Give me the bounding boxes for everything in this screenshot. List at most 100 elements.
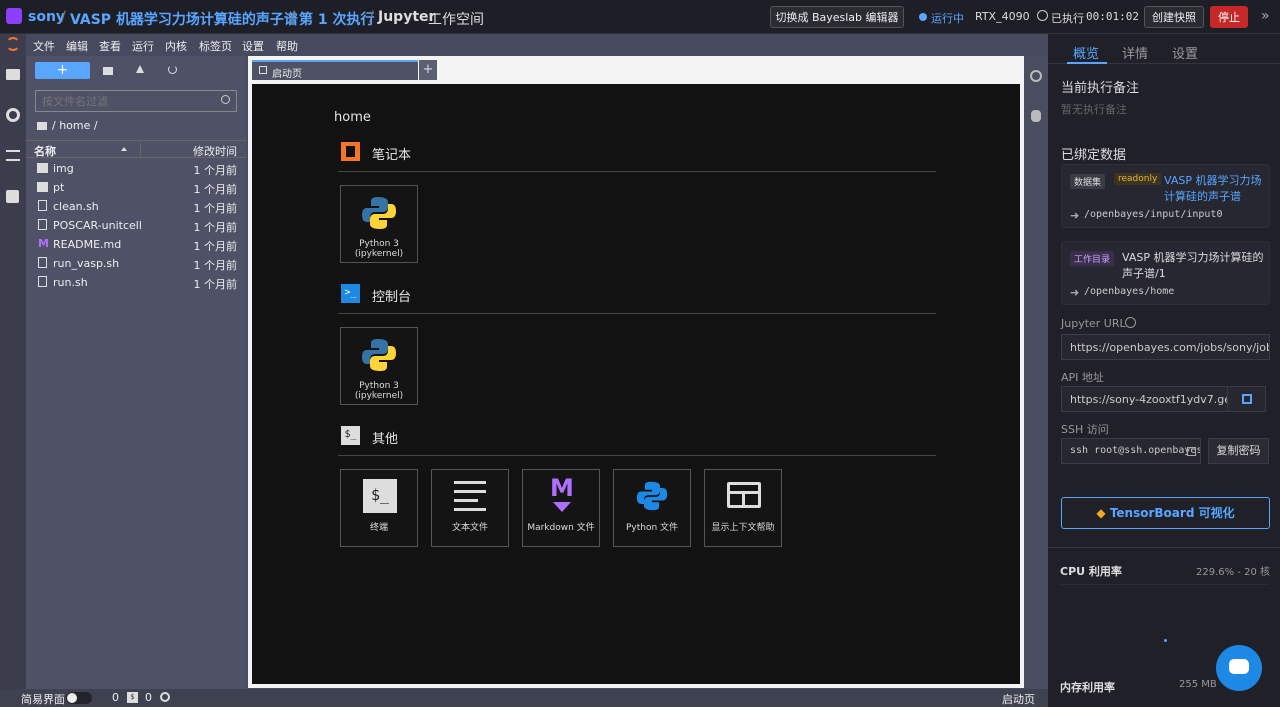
run-notes-empty: 暂无执行备注: [1061, 103, 1127, 116]
console-python3-card[interactable]: Python 3 (ipykernel): [340, 327, 418, 405]
breadcrumb-run[interactable]: 第 1 次执行: [299, 9, 375, 29]
other-section-title: 其他: [372, 432, 399, 447]
file-row[interactable]: img 1 个月前: [26, 159, 246, 178]
upload-icon[interactable]: [136, 65, 144, 73]
python-logo-icon: [362, 197, 396, 229]
tab-settings[interactable]: 设置: [1172, 43, 1198, 62]
terminal-count[interactable]: 0: [145, 691, 152, 704]
switch-editor-button[interactable]: 切换成 Bayeslab 编辑器: [770, 6, 904, 28]
text-file-card[interactable]: 文本文件: [431, 469, 509, 547]
extensions-icon[interactable]: [6, 190, 19, 203]
terminal-card[interactable]: $_ 终端: [340, 469, 418, 547]
search-icon[interactable]: [221, 95, 230, 104]
terminal-icon: $_: [363, 479, 397, 513]
menu-bar: 文件 编辑 查看 运行 内核 标签页 设置 帮助: [26, 34, 1048, 56]
file-row[interactable]: clean.sh 1 个月前: [26, 197, 246, 216]
tensorboard-button[interactable]: ◆ TensorBoard 可视化: [1061, 497, 1270, 529]
new-launcher-button[interactable]: +: [35, 62, 90, 79]
api-url-field[interactable]: https://sony-4zooxtf1ydv7.gear: [1061, 386, 1231, 412]
property-inspector-icon[interactable]: [1030, 70, 1042, 82]
terminal-count-icon: $: [127, 692, 138, 703]
jupyter-url-field[interactable]: https://openbayes.com/jobs/sony/jobs: [1061, 334, 1270, 360]
file-modified: 1 个月前: [193, 278, 238, 291]
tab-overview[interactable]: 概览: [1073, 43, 1099, 62]
debugger-icon[interactable]: [1031, 110, 1041, 122]
file-name: img: [53, 162, 74, 175]
dataset-name[interactable]: VASP 机器学习力场计算硅的声子谱: [1164, 173, 1264, 205]
markdown-file-card[interactable]: M Markdown 文件: [522, 469, 600, 547]
python-file-card[interactable]: Python 文件: [613, 469, 691, 547]
add-tab-button[interactable]: +: [419, 60, 437, 80]
simple-mode-toggle[interactable]: [66, 692, 92, 704]
tensorboard-icon: ◆: [1096, 506, 1106, 520]
file-icon: [38, 200, 47, 211]
cpu-chart-point: [1164, 639, 1167, 642]
breadcrumb-project[interactable]: VASP 机器学习力场计算硅的声子谱: [70, 9, 298, 29]
file-name: run_vasp.sh: [53, 257, 120, 270]
notebook-python3-card[interactable]: Python 3 (ipykernel): [340, 185, 418, 263]
breadcrumb-user[interactable]: sony: [28, 9, 65, 25]
gear-icon[interactable]: [160, 692, 170, 702]
sort-asc-icon[interactable]: [121, 147, 127, 151]
file-filter-input[interactable]: [35, 90, 237, 112]
menu-help[interactable]: 帮助: [276, 38, 298, 54]
tab-details[interactable]: 详情: [1122, 43, 1148, 62]
workdir-name[interactable]: VASP 机器学习力场计算硅的声子谱/1: [1122, 250, 1264, 282]
info-icon[interactable]: [1125, 317, 1136, 328]
collapse-panel-icon[interactable]: »: [1261, 8, 1270, 24]
copy-password-button[interactable]: 复制密码: [1208, 438, 1269, 464]
ssh-command-field[interactable]: ssh root@ssh.openbayes: [1061, 438, 1201, 464]
tab-bar: 启动页 +: [252, 60, 1018, 80]
file-modified: 1 个月前: [193, 164, 238, 177]
card-label: Python 文件: [625, 523, 679, 533]
top-bar: sony / VASP 机器学习力场计算硅的声子谱 / 第 1 次执行 / Ju…: [0, 0, 1280, 34]
text-file-icon: [454, 481, 486, 511]
copy-icon[interactable]: [1187, 447, 1196, 456]
python-logo-icon: [362, 339, 396, 371]
app-logo-icon[interactable]: [6, 8, 22, 24]
menu-kernel[interactable]: 内核: [165, 38, 187, 54]
file-row[interactable]: pt 1 个月前: [26, 178, 246, 197]
current-path[interactable]: / home /: [52, 119, 98, 132]
menu-file[interactable]: 文件: [33, 38, 55, 54]
file-row[interactable]: M README.md 1 个月前: [26, 235, 246, 254]
cpu-value: 229.6% - 20 核: [1196, 567, 1270, 578]
card-label: Markdown 文件: [527, 523, 595, 533]
folder-icon: [37, 182, 48, 192]
file-row[interactable]: run.sh 1 个月前: [26, 273, 246, 292]
refresh-icon[interactable]: [168, 65, 177, 74]
api-url-label: API 地址: [1061, 371, 1104, 384]
jupyter-logo-icon: [6, 37, 20, 51]
column-name-header[interactable]: 名称: [34, 143, 56, 159]
run-info-panel: 概览 详情 设置 当前执行备注 暂无执行备注 已绑定数据 数据集 readonl…: [1048, 34, 1280, 707]
menu-view[interactable]: 查看: [99, 38, 121, 54]
open-external-icon: [1242, 394, 1252, 404]
table-of-contents-icon[interactable]: [6, 150, 20, 161]
menu-settings[interactable]: 设置: [242, 38, 264, 54]
file-row[interactable]: POSCAR-unitcell 1 个月前: [26, 216, 246, 235]
menu-run[interactable]: 运行: [132, 38, 154, 54]
new-folder-icon[interactable]: [103, 67, 113, 75]
context-help-icon: [727, 482, 761, 508]
notebook-section-title: 笔记本: [372, 148, 412, 163]
kernel-name: Python 3: [359, 239, 399, 249]
context-help-card[interactable]: 显示上下文帮助: [704, 469, 782, 547]
stop-button[interactable]: 停止: [1210, 6, 1248, 28]
create-snapshot-button[interactable]: 创建快照: [1144, 6, 1204, 28]
workdir-card[interactable]: 工作目录 VASP 机器学习力场计算硅的声子谱/1 ➜ /openbayes/h…: [1061, 241, 1270, 305]
file-row[interactable]: run_vasp.sh 1 个月前: [26, 254, 246, 273]
ssh-label: SSH 访问: [1061, 423, 1109, 436]
running-kernels-icon[interactable]: [6, 108, 20, 122]
menu-edit[interactable]: 编辑: [66, 38, 88, 54]
kernel-count[interactable]: 0: [112, 691, 119, 704]
arrow-right-icon: ➜: [1070, 286, 1080, 299]
file-browser-icon[interactable]: [6, 69, 20, 80]
chat-support-button[interactable]: [1216, 645, 1262, 691]
memory-label: 内存利用率: [1060, 681, 1115, 694]
terminal-section-icon: $_: [341, 426, 360, 445]
column-modified-header[interactable]: 修改时间: [193, 143, 237, 159]
dataset-card[interactable]: 数据集 readonly VASP 机器学习力场计算硅的声子谱 ➜ /openb…: [1061, 164, 1270, 228]
simple-mode-label: 简易界面: [21, 693, 65, 706]
menu-tabs[interactable]: 标签页: [199, 38, 232, 54]
tab-launcher[interactable]: 启动页: [252, 60, 418, 80]
